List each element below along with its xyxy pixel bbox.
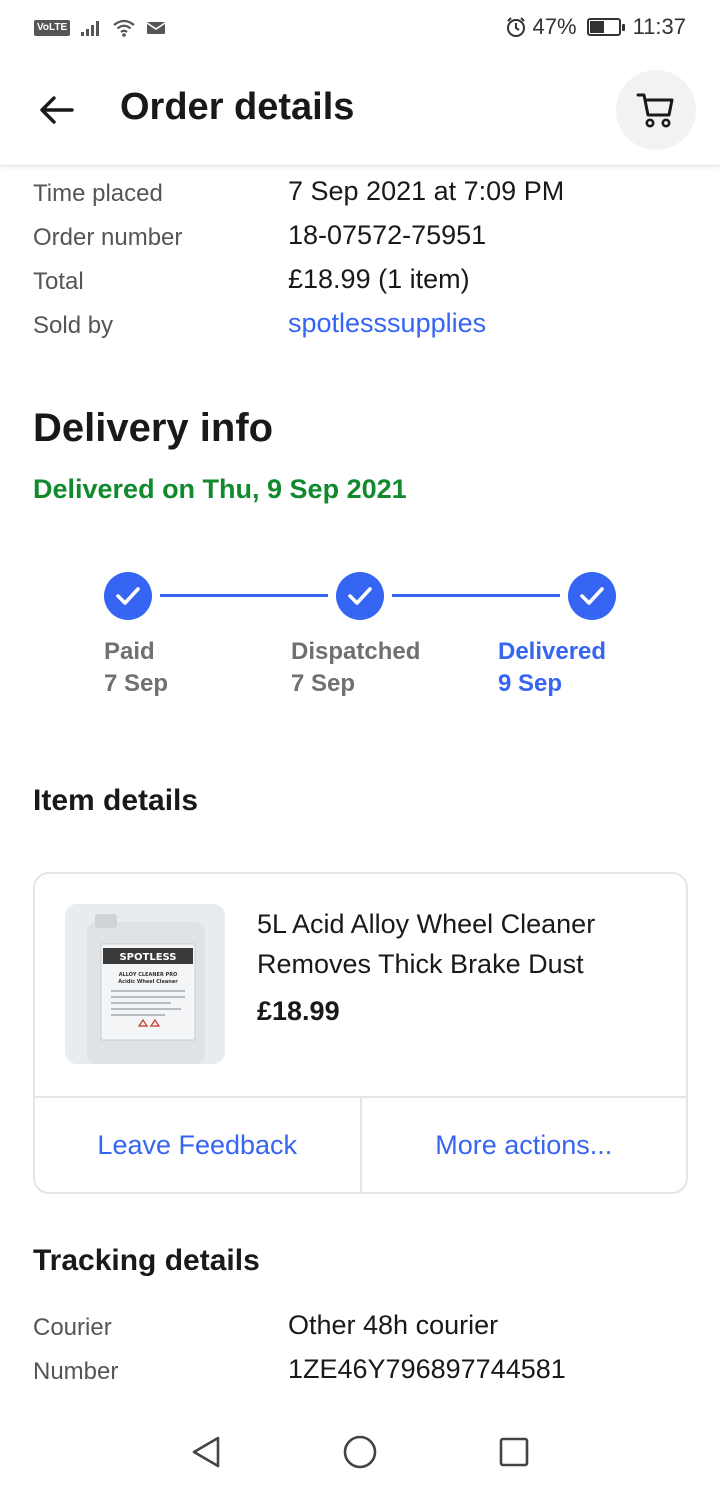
- page-title: Order details: [120, 86, 355, 128]
- info-row-order-number: Order number 18-07572-75951: [33, 220, 693, 260]
- step-name: Delivered: [498, 638, 607, 665]
- info-label: Order number: [33, 224, 183, 251]
- step-date: 9 Sep: [498, 670, 563, 697]
- check-icon: [348, 587, 372, 605]
- image-text-1: ALLOY CLEANER PRO: [119, 972, 178, 978]
- nav-back-button[interactable]: [184, 1430, 228, 1474]
- check-icon: [580, 587, 604, 605]
- tracking-number: 1ZE46Y796897744581: [288, 1354, 566, 1384]
- item-price: £18.99: [257, 996, 340, 1026]
- battery-percent: 47%: [532, 14, 577, 39]
- tracking-row-courier: Courier Other 48h courier: [33, 1310, 693, 1350]
- info-label: Courier: [33, 1314, 112, 1341]
- more-actions-button[interactable]: More actions...: [359, 1098, 687, 1192]
- status-bar: VoLTE 47% 11:37: [0, 0, 720, 56]
- info-row-sold-by: Sold by spotlesssupplies: [33, 308, 693, 348]
- step-name: Dispatched: [291, 638, 421, 665]
- item-actions: Leave Feedback More actions...: [35, 1096, 686, 1192]
- image-text-2: Acidic Wheel Cleaner: [118, 979, 178, 985]
- item-title-link[interactable]: 5L Acid Alloy Wheel Cleaner Removes Thic…: [257, 904, 657, 984]
- leave-feedback-button[interactable]: Leave Feedback: [35, 1098, 360, 1192]
- step-dispatched-check: [336, 572, 384, 620]
- info-value: 7 Sep 2021 at 7:09 PM: [288, 176, 565, 206]
- triangle-back-icon: [192, 1436, 220, 1467]
- back-button[interactable]: [30, 84, 82, 136]
- system-nav-bar: [0, 1410, 720, 1493]
- info-value: £18.99 (1 item): [288, 264, 470, 294]
- square-recents-icon: [499, 1437, 529, 1466]
- clock: 11:37: [632, 14, 686, 39]
- info-row-time-placed: Time placed 7 Sep 2021 at 7:09 PM: [33, 176, 693, 216]
- info-value: 18-07572-75951: [288, 220, 487, 250]
- seller-link[interactable]: spotlesssupplies: [288, 308, 486, 339]
- info-label: Sold by: [33, 312, 114, 339]
- info-label: Total: [33, 268, 84, 295]
- info-label: Number: [33, 1358, 119, 1385]
- step-connector: [160, 594, 328, 597]
- step-delivered-label: Delivered 9 Sep: [498, 636, 606, 700]
- cart-icon: [636, 93, 674, 128]
- circle-home-icon: [343, 1435, 377, 1468]
- info-row-total: Total £18.99 (1 item): [33, 264, 693, 304]
- info-value: Other 48h courier: [288, 1310, 499, 1340]
- status-right: 47% 11:37: [505, 14, 686, 40]
- alarm-icon: [506, 17, 525, 37]
- battery-icon: [586, 18, 625, 36]
- volte-badge: VoLTE: [34, 20, 71, 36]
- step-paid-label: Paid 7 Sep: [104, 636, 168, 700]
- nav-home-button[interactable]: [338, 1430, 382, 1474]
- nav-recents-button[interactable]: [492, 1430, 536, 1474]
- signal-icon: [81, 21, 100, 36]
- tracking-row-number: Number 1ZE46Y796897744581: [33, 1354, 693, 1394]
- arrow-left-icon: [40, 96, 74, 124]
- item-card: SPOTLESS ALLOY CLEANER PRO Acidic Wheel …: [33, 872, 688, 1194]
- item-details-heading: Item details: [33, 784, 199, 817]
- cart-button[interactable]: [616, 70, 696, 150]
- app-header: Order details: [0, 56, 720, 166]
- item-image[interactable]: SPOTLESS ALLOY CLEANER PRO Acidic Wheel …: [65, 904, 225, 1064]
- tracking-heading: Tracking details: [33, 1244, 260, 1277]
- info-label: Time placed: [33, 180, 163, 207]
- step-delivered-check: [568, 572, 616, 620]
- wifi-icon: [113, 19, 135, 37]
- battery-fill: [589, 21, 604, 33]
- delivery-status: Delivered on Thu, 9 Sep 2021: [33, 474, 407, 504]
- product-jug-image: SPOTLESS ALLOY CLEANER PRO Acidic Wheel …: [65, 904, 225, 1064]
- image-brand-text: SPOTLESS: [119, 952, 176, 963]
- mail-icon: [146, 22, 166, 34]
- step-date: 7 Sep: [291, 670, 356, 697]
- step-connector: [392, 594, 560, 597]
- step-dispatched-label: Dispatched 7 Sep: [291, 636, 420, 700]
- status-left: VoLTE: [34, 18, 166, 38]
- step-paid-check: [104, 572, 152, 620]
- check-icon: [116, 587, 140, 605]
- delivery-heading: Delivery info: [33, 406, 274, 450]
- step-name: Paid: [104, 638, 155, 665]
- step-date: 7 Sep: [104, 670, 169, 697]
